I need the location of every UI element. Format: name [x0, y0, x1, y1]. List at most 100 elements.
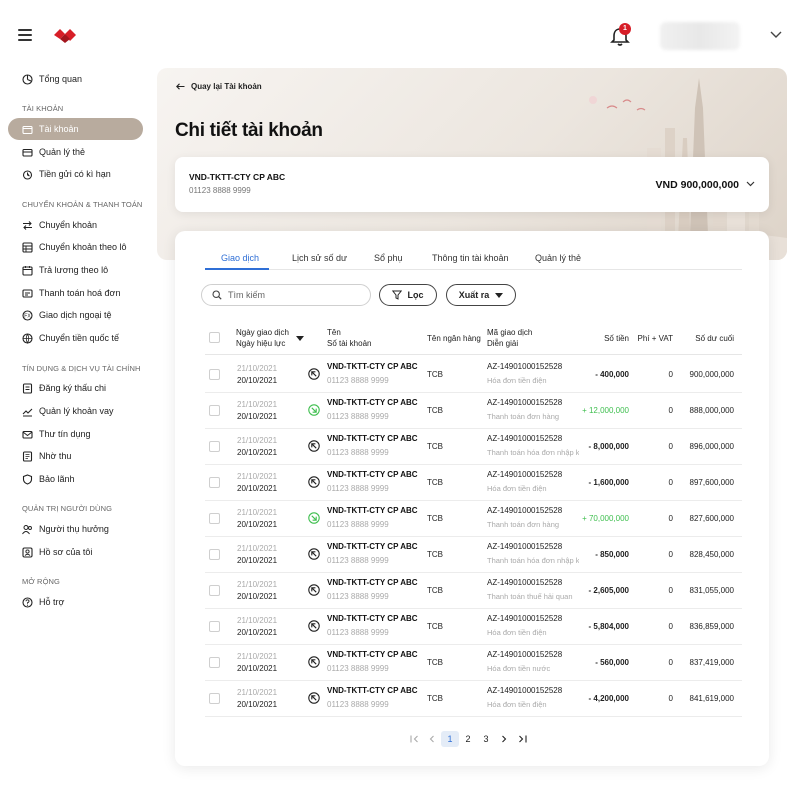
table-row[interactable]: 21/10/2021 20/10/2021 VND-TKTT-CTY CP ABC 0…: [205, 465, 742, 501]
select-all-checkbox[interactable]: [209, 332, 220, 343]
sidebar-item-label: Đăng ký thấu chi: [39, 383, 107, 393]
next-page-button[interactable]: [495, 731, 513, 747]
sidebar-item-profile[interactable]: Hồ sơ của tôi: [8, 541, 143, 563]
search-input[interactable]: [228, 290, 358, 300]
sidebar-item-overdraft[interactable]: Đăng ký thấu chi: [8, 377, 143, 399]
sidebar-item-label: Thư tín dụng: [39, 429, 91, 439]
sidebar-item-bill-payment[interactable]: Thanh toán hoá đơn: [8, 282, 143, 304]
table-row[interactable]: 21/10/2021 20/10/2021 VND-TKTT-CTY CP ABC 0…: [205, 609, 742, 645]
row-checkbox[interactable]: [209, 657, 220, 668]
transaction-description: Thanh toán hóa đơn nhập k: [487, 556, 579, 565]
user-profile[interactable]: [660, 22, 740, 50]
export-button[interactable]: Xuất ra: [446, 284, 516, 306]
transaction-code: AZ-14901000152528: [487, 578, 563, 587]
closing-balance: 900,000,000: [689, 370, 735, 379]
sidebar-section-users: QUẢN TRỊ NGƯỜI DÙNG: [22, 504, 113, 513]
counterparty-name: VND-TKTT-CTY CP ABC: [327, 614, 418, 623]
bank-name: TCB: [427, 406, 443, 415]
search-box[interactable]: [201, 284, 371, 306]
counterparty-account: 01123 8888 9999: [327, 556, 389, 565]
row-checkbox[interactable]: [209, 693, 220, 704]
menu-icon[interactable]: [18, 29, 32, 41]
transaction-date: 21/10/2021: [237, 652, 278, 661]
header-name: Tên Số tài khoản: [327, 327, 371, 349]
tab-transactions[interactable]: Giao dịch: [221, 253, 259, 263]
counterparty-name: VND-TKTT-CTY CP ABC: [327, 578, 418, 587]
sidebar-item-term-deposit[interactable]: Tiền gửi có kì hạn: [8, 163, 143, 185]
prev-page-button[interactable]: [423, 731, 441, 747]
sidebar-item-letter-of-credit[interactable]: Thư tín dụng: [8, 423, 143, 445]
counterparty-name: VND-TKTT-CTY CP ABC: [327, 686, 418, 695]
sidebar-item-card[interactable]: Quản lý thẻ: [8, 141, 143, 163]
sidebar-item-payroll[interactable]: Trả lương theo lô: [8, 259, 143, 281]
back-link[interactable]: Quay lại Tài khoản: [176, 82, 262, 91]
row-checkbox[interactable]: [209, 405, 220, 416]
row-checkbox[interactable]: [209, 441, 220, 452]
sidebar-item-help[interactable]: Hỗ trợ: [8, 591, 143, 613]
chevron-down-icon[interactable]: [746, 181, 755, 187]
filter-icon: [392, 290, 403, 300]
header-date-line1: Ngày giao dịch: [236, 328, 289, 337]
header-fee: Phí + VAT: [637, 334, 674, 343]
tab-statement[interactable]: Sổ phụ: [374, 253, 403, 263]
shield-icon: [22, 473, 33, 485]
transaction-amount: - 850,000: [595, 550, 629, 559]
row-checkbox[interactable]: [209, 477, 220, 488]
row-checkbox[interactable]: [209, 621, 220, 632]
first-page-button[interactable]: [405, 731, 423, 747]
sidebar-item-guarantee[interactable]: Bảo lãnh: [8, 468, 143, 490]
page-2-button[interactable]: 2: [459, 731, 477, 747]
table-row[interactable]: 21/10/2021 20/10/2021 VND-TKTT-CTY CP ABC 0…: [205, 645, 742, 681]
effective-date: 20/10/2021: [237, 664, 278, 673]
effective-date: 20/10/2021: [237, 412, 278, 421]
header-code-line2: Diễn giải: [487, 339, 519, 348]
sidebar-item-collection[interactable]: Nhờ thu: [8, 445, 143, 467]
table-row[interactable]: 21/10/2021 20/10/2021 VND-TKTT-CTY CP ABC 0…: [205, 573, 742, 609]
transaction-description: Hóa đơn tiền điện: [487, 700, 547, 709]
header-code: Mã giao dịch Diễn giải: [487, 327, 532, 349]
counterparty-name: VND-TKTT-CTY CP ABC: [327, 434, 418, 443]
transaction-fee: 0: [668, 514, 673, 523]
loan-icon: [22, 406, 33, 417]
tab-account-info[interactable]: Thông tin tài khoản: [432, 253, 509, 263]
account-selector[interactable]: VND-TKTT-CTY CP ABC 01123 8888 9999 VND …: [175, 157, 769, 212]
sidebar-item-batch-transfer[interactable]: Chuyển khoản theo lô: [8, 236, 143, 258]
tab-card-management[interactable]: Quản lý thẻ: [535, 253, 581, 263]
sidebar-item-label: Quản lý khoản vay: [39, 406, 114, 416]
table-row[interactable]: 21/10/2021 20/10/2021 VND-TKTT-CTY CP ABC 0…: [205, 537, 742, 573]
bank-logo[interactable]: [52, 26, 78, 44]
sidebar-item-loan[interactable]: Quản lý khoản vay: [8, 400, 143, 422]
table-row[interactable]: 21/10/2021 20/10/2021 VND-TKTT-CTY CP ABC 0…: [205, 429, 742, 465]
sidebar-item-label: Chuyển tiền quốc tế: [39, 333, 120, 343]
outgoing-arrow-icon: [308, 440, 320, 452]
transaction-code: AZ-14901000152528: [487, 470, 563, 479]
table-row[interactable]: 21/10/2021 20/10/2021 VND-TKTT-CTY CP ABC 0…: [205, 393, 742, 429]
sort-desc-icon[interactable]: [296, 336, 304, 341]
sidebar-item-international[interactable]: Chuyển tiền quốc tế: [8, 327, 143, 349]
last-page-button[interactable]: [513, 731, 531, 747]
tab-balance-history[interactable]: Lịch sử số dư: [292, 253, 347, 263]
sidebar-item-overview[interactable]: Tổng quan: [8, 68, 143, 90]
sidebar-item-account[interactable]: Tài khoản: [8, 118, 143, 140]
chevron-down-icon[interactable]: [770, 31, 782, 39]
sidebar-item-beneficiary[interactable]: Người thụ hưởng: [8, 518, 143, 540]
table-row[interactable]: 21/10/2021 20/10/2021 VND-TKTT-CTY CP ABC 0…: [205, 681, 742, 717]
filter-button[interactable]: Lọc: [379, 284, 437, 306]
transaction-amount: - 4,200,000: [588, 694, 629, 703]
export-button-label: Xuất ra: [458, 290, 490, 300]
page-3-button[interactable]: 3: [477, 731, 495, 747]
row-checkbox[interactable]: [209, 549, 220, 560]
table-row[interactable]: 21/10/2021 20/10/2021 VND-TKTT-CTY CP ABC 0…: [205, 501, 742, 537]
bank-name: TCB: [427, 514, 443, 523]
row-checkbox[interactable]: [209, 513, 220, 524]
page-1-button[interactable]: 1: [441, 731, 459, 747]
counterparty-name: VND-TKTT-CTY CP ABC: [327, 542, 418, 551]
table-row[interactable]: 21/10/2021 20/10/2021 VND-TKTT-CTY CP ABC 0…: [205, 357, 742, 393]
sidebar-item-fx[interactable]: FX Giao dịch ngoại tệ: [8, 304, 143, 326]
header-date[interactable]: Ngày giao dịch Ngày hiệu lực: [236, 327, 289, 349]
notification-badge: 1: [619, 23, 631, 35]
row-checkbox[interactable]: [209, 369, 220, 380]
row-checkbox[interactable]: [209, 585, 220, 596]
sidebar-item-transfer[interactable]: Chuyển khoản: [8, 214, 143, 236]
page-title: Chi tiết tài khoản: [175, 120, 323, 141]
